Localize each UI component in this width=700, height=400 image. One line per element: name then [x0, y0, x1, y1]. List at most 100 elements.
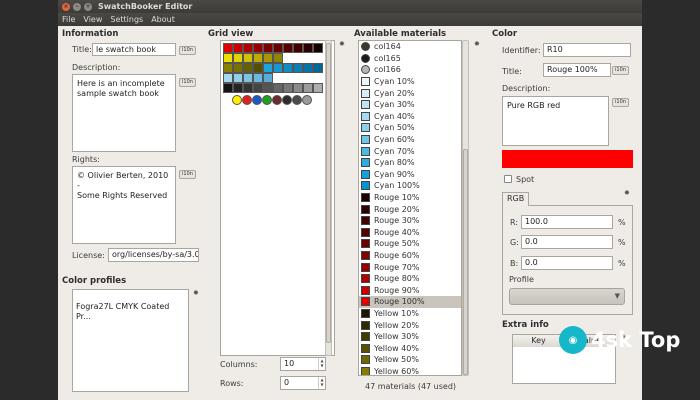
material-item[interactable]: col166 — [359, 64, 461, 76]
r-field[interactable]: 100.0 — [521, 215, 613, 229]
material-item[interactable]: Rouge 50% — [359, 238, 461, 250]
gear-icon[interactable]: ✹ — [339, 40, 345, 48]
grid-scroll-thumb[interactable] — [326, 43, 331, 343]
maximize-window-button[interactable]: + — [84, 2, 92, 11]
grid-swatch[interactable] — [313, 63, 323, 73]
grid-swatch[interactable] — [253, 53, 263, 63]
material-item[interactable]: col165 — [359, 53, 461, 65]
color-profile-item[interactable]: Fogra27L CMYK Coated Pr... — [76, 302, 185, 322]
minimize-window-button[interactable]: – — [73, 2, 81, 11]
b-field[interactable]: 0.0 — [521, 256, 613, 270]
material-item[interactable]: Cyan 80% — [359, 157, 461, 169]
profile-dropdown[interactable]: ▼ — [509, 288, 625, 305]
grid-swatch[interactable] — [283, 83, 293, 93]
material-item[interactable]: Cyan 20% — [359, 87, 461, 99]
menu-settings[interactable]: Settings — [110, 15, 143, 24]
grid-swatch[interactable] — [263, 83, 273, 93]
grid-swatch[interactable] — [223, 63, 233, 73]
grid-swatch[interactable] — [313, 43, 323, 53]
gear-icon[interactable]: ✹ — [624, 189, 630, 197]
grid-swatch-spot[interactable] — [272, 95, 282, 105]
rows-spinbox[interactable]: 0 ▲ ▼ — [280, 376, 326, 390]
color-profiles-list[interactable]: Fogra27L CMYK Coated Pr... — [72, 289, 189, 392]
grid-swatch[interactable] — [293, 43, 303, 53]
grid-swatch[interactable] — [303, 83, 313, 93]
tab-rgb[interactable]: RGB — [502, 192, 530, 206]
grid-swatch[interactable] — [243, 43, 253, 53]
spin-arrows-icon[interactable]: ▲ ▼ — [318, 377, 325, 389]
grid-swatch[interactable] — [303, 43, 313, 53]
grid-swatch[interactable] — [243, 73, 253, 83]
material-item[interactable]: Rouge 60% — [359, 250, 461, 262]
close-window-button[interactable]: × — [62, 2, 70, 11]
grid-swatch[interactable] — [223, 83, 233, 93]
material-item[interactable]: Rouge 80% — [359, 273, 461, 285]
grid-swatch[interactable] — [253, 73, 263, 83]
grid-swatch[interactable] — [243, 83, 253, 93]
color-title-field[interactable]: Rouge 100% — [543, 63, 611, 77]
grid-swatch-spot[interactable] — [232, 95, 242, 105]
grid-scrollbar[interactable] — [325, 40, 332, 356]
material-item[interactable]: Rouge 40% — [359, 227, 461, 239]
gear-icon[interactable]: ✹ — [193, 289, 199, 297]
description-i10n-button[interactable]: i10n — [179, 78, 196, 87]
color-description-field[interactable]: Pure RGB red — [502, 96, 609, 146]
material-item[interactable]: Rouge 10% — [359, 192, 461, 204]
grid-swatch[interactable] — [253, 43, 263, 53]
material-item[interactable]: Rouge 20% — [359, 203, 461, 215]
rights-field[interactable]: © Olivier Berten, 2010 - Some Rights Res… — [72, 166, 176, 244]
grid-swatch[interactable] — [273, 43, 283, 53]
material-item[interactable]: Cyan 70% — [359, 145, 461, 157]
grid-swatch[interactable] — [243, 63, 253, 73]
grid-swatch[interactable] — [283, 43, 293, 53]
material-item[interactable]: Rouge 70% — [359, 261, 461, 273]
material-item[interactable]: Cyan 10% — [359, 76, 461, 88]
materials-scroll-thumb[interactable] — [463, 149, 468, 375]
grid-swatch[interactable] — [233, 53, 243, 63]
grid-swatch-spot[interactable] — [302, 95, 312, 105]
grid-swatch-spot[interactable] — [252, 95, 262, 105]
grid-swatch[interactable] — [233, 83, 243, 93]
spot-checkbox[interactable] — [504, 175, 512, 183]
grid-swatch[interactable] — [223, 43, 233, 53]
material-item[interactable]: Cyan 30% — [359, 99, 461, 111]
grid-swatch[interactable] — [263, 63, 273, 73]
grid-swatch[interactable] — [273, 63, 283, 73]
material-item[interactable]: Rouge 90% — [359, 284, 461, 296]
grid-swatch-spot[interactable] — [292, 95, 302, 105]
columns-spinbox[interactable]: 10 ▲ ▼ — [280, 357, 326, 371]
grid-swatch[interactable] — [243, 53, 253, 63]
material-item[interactable]: Cyan 50% — [359, 122, 461, 134]
grid-swatch[interactable] — [293, 63, 303, 73]
material-item[interactable]: Yellow 30% — [359, 331, 461, 343]
grid-swatch[interactable] — [253, 83, 263, 93]
license-field[interactable]: org/licenses/by-sa/3.0/ — [108, 248, 199, 262]
grid-swatch[interactable] — [303, 63, 313, 73]
title-i10n-button[interactable]: i10n — [179, 46, 196, 55]
swatch-grid[interactable] — [220, 40, 335, 356]
grid-swatch-spot[interactable] — [262, 95, 272, 105]
spin-arrows-icon[interactable]: ▲ ▼ — [318, 358, 325, 370]
materials-list[interactable]: col164 col165 col166 Cyan 10% Cyan 20% Cyan 3… — [358, 40, 462, 376]
material-item[interactable]: Rouge 30% — [359, 215, 461, 227]
grid-swatch-spot[interactable] — [282, 95, 292, 105]
g-field[interactable]: 0.0 — [521, 235, 613, 249]
material-item[interactable]: col164 — [359, 41, 461, 53]
grid-swatch[interactable] — [233, 43, 243, 53]
material-item[interactable]: Cyan 90% — [359, 169, 461, 181]
menu-file[interactable]: File — [62, 15, 75, 24]
material-item[interactable]: Rouge 100% — [359, 296, 461, 308]
material-item[interactable]: Cyan 100% — [359, 180, 461, 192]
grid-swatch[interactable] — [233, 63, 243, 73]
key-column-header[interactable]: Key — [513, 335, 565, 347]
material-item[interactable]: Yellow 10% — [359, 308, 461, 320]
material-item[interactable]: Yellow 50% — [359, 354, 461, 366]
color-title-i10n-button[interactable]: i10n — [612, 66, 629, 75]
identifier-field[interactable]: R10 — [543, 43, 631, 57]
material-item[interactable]: Yellow 40% — [359, 342, 461, 354]
grid-swatch[interactable] — [263, 73, 273, 83]
grid-swatch[interactable] — [263, 53, 273, 63]
grid-swatch[interactable] — [263, 43, 273, 53]
menu-about[interactable]: About — [151, 15, 175, 24]
grid-swatch[interactable] — [233, 73, 243, 83]
